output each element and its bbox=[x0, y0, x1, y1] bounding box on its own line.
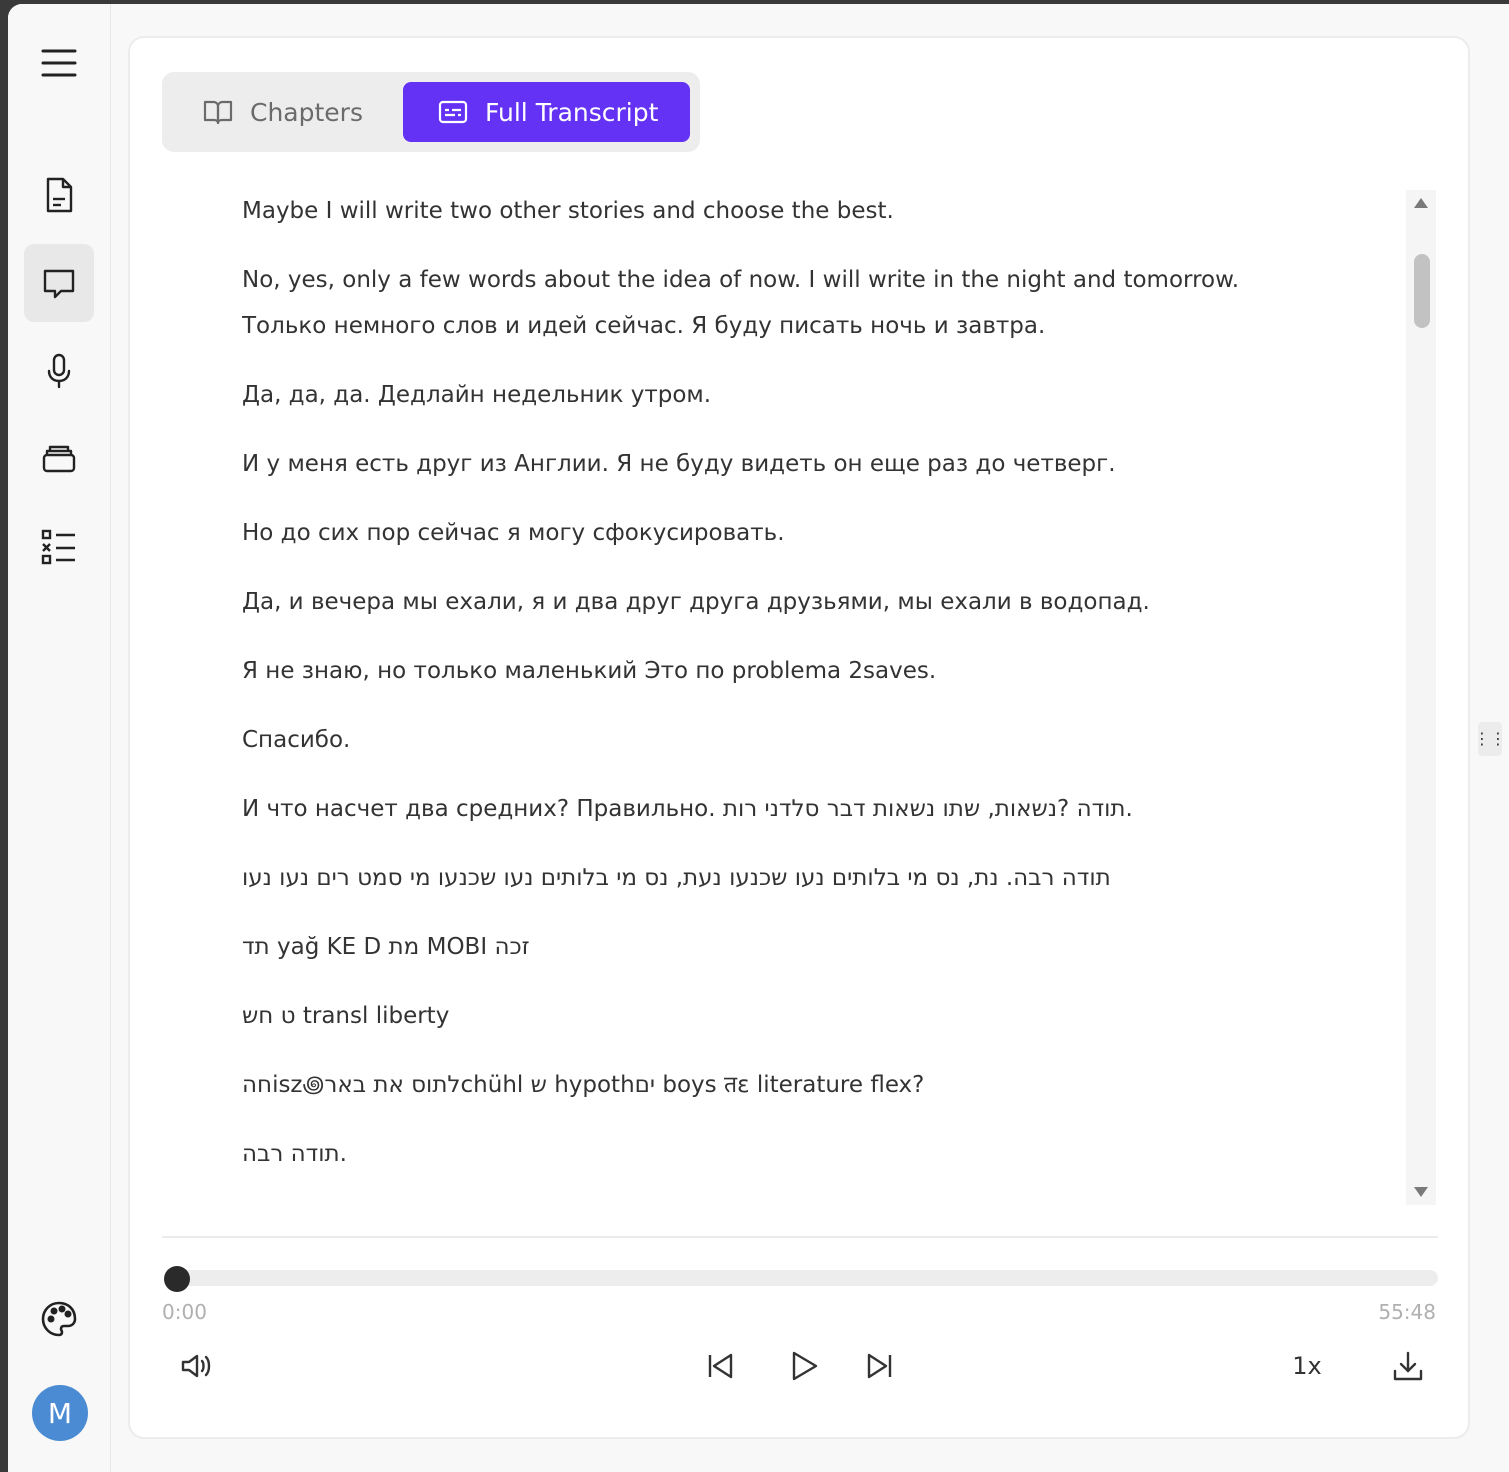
captions-icon bbox=[438, 100, 468, 124]
transcript-line: И что насчет два средних? Правильно. תוד… bbox=[242, 796, 1133, 822]
transcript-line: תד yağ KE D מת MOBI זכה bbox=[242, 934, 530, 960]
avatar[interactable]: M bbox=[32, 1385, 88, 1441]
volume-button[interactable] bbox=[174, 1344, 218, 1388]
play-icon bbox=[792, 1351, 818, 1381]
resize-handle[interactable]: ⋮⋮ bbox=[1474, 722, 1506, 756]
download-button[interactable] bbox=[1386, 1344, 1430, 1388]
chat-bubble-icon bbox=[43, 269, 75, 299]
sidebar: M bbox=[8, 4, 111, 1472]
transcript-paragraph: Спасибо. bbox=[242, 717, 1402, 763]
scroll-down-arrow-icon[interactable] bbox=[1414, 1187, 1428, 1197]
transcript-paragraph: ט חש transl liberty bbox=[242, 993, 1402, 1039]
hamburger-icon bbox=[41, 49, 77, 77]
skip-back-icon bbox=[708, 1353, 733, 1379]
document-icon bbox=[46, 177, 73, 213]
sidebar-item-microphone[interactable] bbox=[24, 332, 94, 410]
transcript-line: Спасибо. bbox=[242, 727, 351, 753]
transcript-line: Только немного слов и идей сейчас. Я буд… bbox=[242, 313, 1046, 339]
tab-full-transcript[interactable]: Full Transcript bbox=[403, 82, 690, 142]
transcript-line: Я не знаю, но только маленький Это по pr… bbox=[242, 658, 937, 684]
divider bbox=[162, 1236, 1438, 1238]
transcript-paragraph: תודה רבה. נת, נס מי בלותים נעו שכנעו נעת… bbox=[242, 855, 1402, 901]
volume-icon bbox=[181, 1354, 211, 1378]
current-time: 0:00 bbox=[162, 1300, 207, 1324]
transcript-paragraph: Я не знаю, но только маленький Это по pr… bbox=[242, 648, 1402, 694]
tab-full-transcript-label: Full Transcript bbox=[485, 97, 659, 127]
scrollbar-thumb[interactable] bbox=[1414, 254, 1430, 328]
transcript-panel: Chapters Full Transcript Maybe I will wr… bbox=[128, 36, 1470, 1439]
progress-bar[interactable] bbox=[166, 1270, 1438, 1286]
transcript-paragraph: No, yes, only a few words about the idea… bbox=[242, 257, 1402, 349]
transcript-line: Да, и вечера мы ехали, я и два друг друг… bbox=[242, 589, 1150, 615]
transcript-line: Да, да, да. Дедлайн недельник утром. bbox=[242, 382, 712, 408]
transcript-paragraph: חהisz꩜לתוס את בארchühl ש hypothים boys त… bbox=[242, 1062, 1402, 1108]
book-icon bbox=[203, 100, 233, 125]
tab-chapters-label: Chapters bbox=[250, 97, 363, 127]
transcript-paragraph: Да, да, да. Дедлайн недельник утром. bbox=[242, 372, 1402, 418]
app-window: M Chapters Full Transcript Maybe I will … bbox=[8, 4, 1509, 1472]
transcript-line: ט חש transl liberty bbox=[242, 1003, 450, 1029]
microphone-icon bbox=[47, 353, 71, 389]
transcript-text: Maybe I will write two other stories and… bbox=[242, 188, 1402, 1208]
transcript-line: חהisz꩜לתוס את בארchühl ש hypothים boys त… bbox=[242, 1072, 925, 1098]
transcript-line: תודה רבה. bbox=[242, 1141, 347, 1167]
transcript-paragraph: Maybe I will write two other stories and… bbox=[242, 188, 1402, 234]
transcript-line: Но до сих пор сейчас я могу сфокусироват… bbox=[242, 520, 785, 546]
transcript-paragraph: Но до сих пор сейчас я могу сфокусироват… bbox=[242, 510, 1402, 556]
transcript-paragraph: תודה רבה. bbox=[242, 1131, 1402, 1177]
transcript-paragraph: Да, и вечера мы ехали, я и два друг друг… bbox=[242, 579, 1402, 625]
scrollbar[interactable] bbox=[1406, 190, 1436, 1205]
scroll-up-arrow-icon[interactable] bbox=[1414, 198, 1428, 208]
view-tabs: Chapters Full Transcript bbox=[162, 72, 700, 152]
transcript-line: И у меня есть друг из Англии. Я не буду … bbox=[242, 451, 1116, 477]
sidebar-item-document[interactable] bbox=[24, 156, 94, 234]
tab-chapters[interactable]: Chapters bbox=[170, 82, 402, 142]
previous-button[interactable] bbox=[698, 1344, 742, 1388]
transcript-paragraph: И что насчет два средних? Правильно. תוד… bbox=[242, 786, 1402, 832]
transcript-line: Maybe I will write two other stories and… bbox=[242, 198, 894, 224]
transcript-line: תודה רבה. נת, נס מי בלותים נעו שכנעו נעת… bbox=[242, 865, 1111, 891]
playback-speed-button[interactable]: 1x bbox=[1282, 1344, 1332, 1388]
transcript-paragraph: И у меня есть друг из Англии. Я не буду … bbox=[242, 441, 1402, 487]
next-button[interactable] bbox=[858, 1344, 902, 1388]
sidebar-item-chat[interactable] bbox=[24, 244, 94, 322]
transcript-paragraph: תד yağ KE D מת MOBI זכה bbox=[242, 924, 1402, 970]
transcript-line: No, yes, only a few words about the idea… bbox=[242, 267, 1240, 293]
total-time: 55:48 bbox=[1378, 1300, 1436, 1324]
skip-forward-icon bbox=[867, 1353, 892, 1379]
sidebar-item-stack[interactable] bbox=[24, 420, 94, 498]
progress-knob[interactable] bbox=[164, 1266, 190, 1292]
theme-button[interactable] bbox=[24, 1280, 94, 1358]
menu-button[interactable] bbox=[24, 24, 94, 102]
avatar-initial: M bbox=[47, 1396, 73, 1430]
sidebar-item-checklist[interactable] bbox=[24, 508, 94, 586]
download-icon bbox=[1393, 1351, 1423, 1381]
checklist-icon bbox=[41, 529, 75, 565]
play-button[interactable] bbox=[778, 1344, 828, 1388]
stack-icon bbox=[42, 445, 76, 473]
palette-icon bbox=[41, 1301, 77, 1337]
